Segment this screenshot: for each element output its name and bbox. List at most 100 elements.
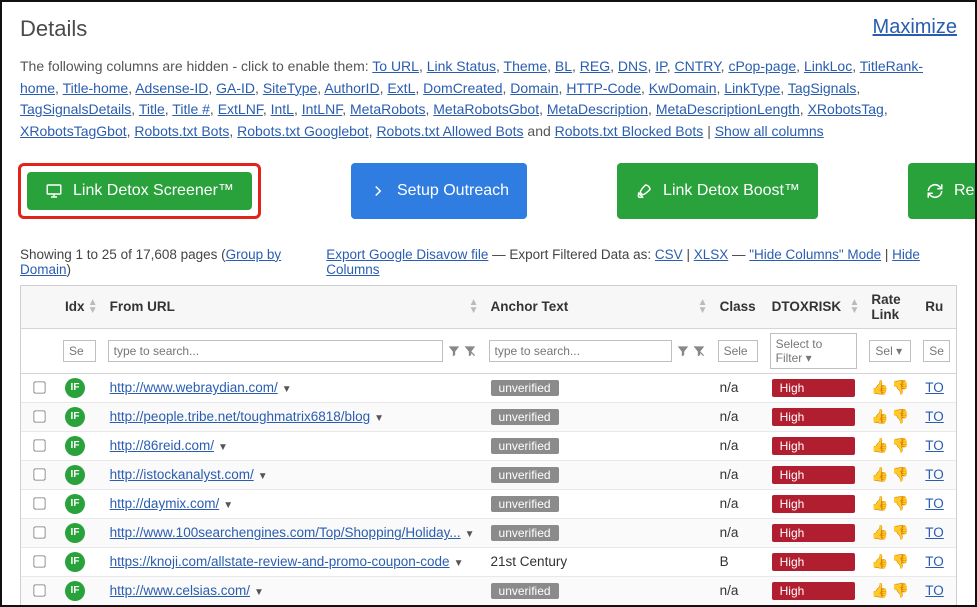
hidden-col-link[interactable]: TagSignalsDetails — [20, 101, 131, 117]
hidden-col-link[interactable]: IntLNF — [302, 101, 342, 117]
filter-risk-select[interactable]: Select to Filter ▾ — [770, 333, 858, 369]
sort-icon[interactable]: ▲▼ — [469, 299, 479, 315]
hidden-col-link[interactable]: MetaDescriptionLength — [656, 101, 800, 117]
maximize-link[interactable]: Maximize — [873, 16, 957, 39]
from-url-link[interactable]: http://people.tribe.net/toughmatrix6818/… — [110, 409, 370, 424]
thumb-up-icon[interactable]: 👍 — [871, 582, 888, 599]
filter-idx-input[interactable] — [63, 340, 96, 362]
hidden-col-link[interactable]: XRobotsTag — [808, 101, 884, 117]
thumb-down-icon[interactable]: 👎 — [892, 437, 909, 454]
col-ru[interactable]: Ru — [917, 286, 956, 329]
hidden-col-link[interactable]: KwDomain — [649, 80, 717, 96]
hidden-col-link[interactable]: Title — [139, 101, 165, 117]
ru-link[interactable]: TO — [925, 496, 944, 511]
hidden-col-link[interactable]: cPop-page — [728, 58, 796, 74]
hidden-col-link[interactable]: To URL — [372, 58, 419, 74]
export-xlsx-link[interactable]: XLSX — [694, 247, 729, 262]
hidden-col-link[interactable]: Theme — [504, 58, 548, 74]
thumb-up-icon[interactable]: 👍 — [871, 466, 888, 483]
hidden-col-link[interactable]: CNTRY — [674, 58, 720, 74]
ru-link[interactable]: TO — [925, 525, 944, 540]
row-checkbox[interactable] — [33, 556, 45, 568]
hide-columns-mode-link[interactable]: "Hide Columns" Mode — [749, 247, 881, 262]
setup-outreach-button[interactable]: Setup Outreach — [351, 163, 527, 219]
row-checkbox[interactable] — [33, 527, 45, 539]
hidden-col-link[interactable]: ExtLNF — [218, 101, 263, 117]
from-url-link[interactable]: http://86reid.com/ — [110, 438, 214, 453]
thumb-up-icon[interactable]: 👍 — [871, 524, 888, 541]
filter-clear-icon[interactable] — [463, 344, 477, 358]
filter-apply-icon[interactable] — [676, 344, 690, 358]
filter-clear-icon[interactable] — [692, 344, 706, 358]
caret-down-icon[interactable]: ▼ — [465, 529, 475, 540]
thumb-up-icon[interactable]: 👍 — [871, 553, 888, 570]
filter-rate-select[interactable]: Sel ▾ — [869, 340, 911, 362]
col-from-url[interactable]: From URL▲▼ — [102, 286, 483, 329]
col-anchor[interactable]: Anchor Text▲▼ — [483, 286, 712, 329]
thumb-up-icon[interactable]: 👍 — [871, 379, 888, 396]
hidden-col-link[interactable]: IntL — [271, 101, 294, 117]
col-idx[interactable]: Idx▲▼ — [57, 286, 102, 329]
thumb-down-icon[interactable]: 👎 — [892, 495, 909, 512]
ru-link[interactable]: TO — [925, 409, 944, 424]
hidden-col-link[interactable]: HTTP-Code — [566, 80, 641, 96]
sort-icon[interactable]: ▲▼ — [698, 299, 708, 315]
hidden-col-link[interactable]: BL — [555, 58, 572, 74]
hidden-col-link[interactable]: MetaDescription — [547, 101, 648, 117]
row-checkbox[interactable] — [33, 498, 45, 510]
show-all-columns-link[interactable]: Show all columns — [715, 123, 824, 139]
thumb-up-icon[interactable]: 👍 — [871, 437, 888, 454]
hidden-col-link[interactable]: Robots.txt Bots — [134, 123, 229, 139]
thumb-up-icon[interactable]: 👍 — [871, 495, 888, 512]
row-checkbox[interactable] — [33, 440, 45, 452]
hidden-col-link[interactable]: REG — [580, 58, 610, 74]
filter-ru-select[interactable]: Se — [923, 340, 950, 362]
thumb-down-icon[interactable]: 👎 — [892, 408, 909, 425]
row-checkbox[interactable] — [33, 411, 45, 423]
caret-down-icon[interactable]: ▼ — [218, 442, 228, 453]
ru-link[interactable]: TO — [925, 554, 944, 569]
sort-icon[interactable]: ▲▼ — [850, 299, 860, 315]
col-risk[interactable]: DTOXRISK▲▼ — [764, 286, 864, 329]
col-rate[interactable]: Rate Link — [863, 286, 917, 329]
ru-link[interactable]: TO — [925, 583, 944, 598]
hidden-col-link[interactable]: LinkType — [724, 80, 780, 96]
thumb-down-icon[interactable]: 👎 — [892, 466, 909, 483]
hidden-col-link[interactable]: XRobotsTagGbot — [20, 123, 127, 139]
thumb-down-icon[interactable]: 👎 — [892, 582, 909, 599]
filter-anchor-input[interactable] — [489, 340, 672, 362]
from-url-link[interactable]: http://www.webraydian.com/ — [110, 380, 278, 395]
reprocess-button[interactable]: Reprocess — [908, 163, 977, 219]
caret-down-icon[interactable]: ▼ — [258, 471, 268, 482]
hidden-col-link[interactable]: Adsense-ID — [135, 80, 208, 96]
hidden-col-link[interactable]: LinkLoc — [804, 58, 852, 74]
from-url-link[interactable]: http://istockanalyst.com/ — [110, 467, 254, 482]
hidden-col-link[interactable]: Robots.txt Allowed Bots — [376, 123, 523, 139]
hidden-col-link[interactable]: DNS — [618, 58, 648, 74]
filter-apply-icon[interactable] — [447, 344, 461, 358]
ru-link[interactable]: TO — [925, 438, 944, 453]
hidden-col-link[interactable]: Robots.txt Googlebot — [237, 123, 369, 139]
caret-down-icon[interactable]: ▼ — [374, 413, 384, 424]
thumb-up-icon[interactable]: 👍 — [871, 408, 888, 425]
sort-icon[interactable]: ▲▼ — [88, 299, 98, 315]
hidden-col-link[interactable]: TagSignals — [788, 80, 857, 96]
hidden-col-link[interactable]: Title # — [172, 101, 210, 117]
caret-down-icon[interactable]: ▼ — [454, 558, 464, 569]
col-class[interactable]: Class — [712, 286, 764, 329]
thumb-down-icon[interactable]: 👎 — [892, 379, 909, 396]
row-checkbox[interactable] — [33, 382, 45, 394]
hidden-col-link[interactable]: Domain — [510, 80, 558, 96]
caret-down-icon[interactable]: ▼ — [223, 500, 233, 511]
hidden-col-link[interactable]: MetaRobots — [350, 101, 425, 117]
thumb-down-icon[interactable]: 👎 — [892, 553, 909, 570]
hidden-col-link[interactable]: DomCreated — [423, 80, 502, 96]
from-url-link[interactable]: http://www.celsias.com/ — [110, 583, 250, 598]
hidden-col-link[interactable]: Link Status — [427, 58, 496, 74]
link-detox-screener-button[interactable]: Link Detox Screener™ — [27, 172, 252, 210]
thumb-down-icon[interactable]: 👎 — [892, 524, 909, 541]
hidden-col-link[interactable]: MetaRobotsGbot — [433, 101, 539, 117]
ru-link[interactable]: TO — [925, 467, 944, 482]
caret-down-icon[interactable]: ▼ — [282, 384, 292, 395]
hidden-col-link[interactable]: GA-ID — [216, 80, 255, 96]
